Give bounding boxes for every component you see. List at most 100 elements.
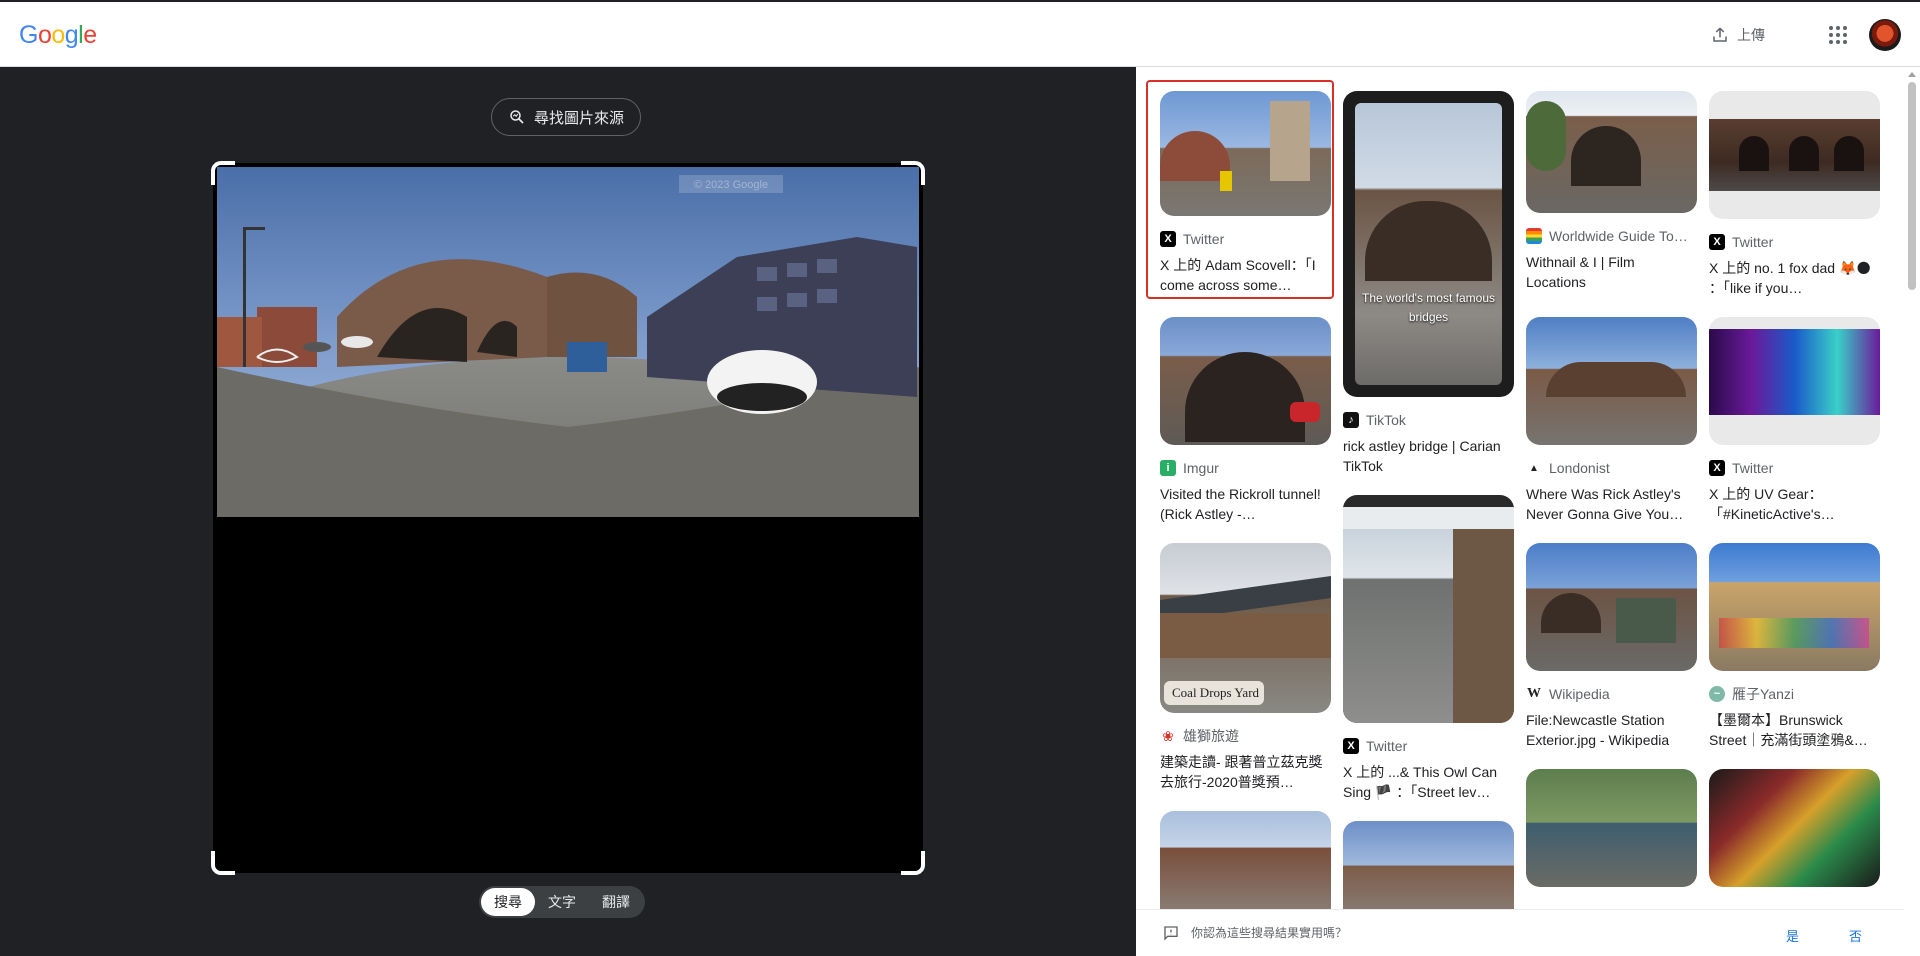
result-thumbnail[interactable] xyxy=(1709,317,1880,445)
result-title[interactable]: File:Newcastle Station Exterior.jpg - Wi… xyxy=(1526,710,1697,750)
results-grid: X Twitter X 上的 Adam Scovell：「I come acros… xyxy=(1136,67,1904,909)
thumbnail-overlay-caption: The world's most famous bridges xyxy=(1361,291,1495,324)
result-card[interactable]: W Wikipedia File:Newcastle Station Exteri… xyxy=(1526,543,1697,750)
result-thumbnail[interactable] xyxy=(1709,769,1880,887)
logo-letter: o xyxy=(37,21,52,49)
lens-mode-switcher: 搜尋 文字 翻譯 xyxy=(479,886,645,918)
feedback-question: 你認為這些搜尋結果實用嗎？ xyxy=(1191,926,1348,940)
result-thumbnail[interactable] xyxy=(1526,317,1697,445)
result-thumbnail[interactable] xyxy=(1526,543,1697,671)
wikipedia-icon: W xyxy=(1526,686,1542,702)
result-title[interactable]: rick astley bridge | Carian TikTok xyxy=(1343,436,1514,476)
google-logo[interactable]: Google xyxy=(19,21,97,50)
panorama-image: © 2023 Google xyxy=(217,167,919,517)
x-icon: X xyxy=(1709,460,1725,476)
lens-image-pane: 尋找圖片來源 © 2023 Google 搜尋 文字 翻譯 xyxy=(0,67,1136,956)
londonist-icon: ▲ xyxy=(1526,460,1542,476)
crop-handle-top-right[interactable] xyxy=(901,161,925,185)
result-card[interactable] xyxy=(1343,821,1514,909)
crop-handle-top-left[interactable] xyxy=(211,161,235,185)
yanzi-icon: ~ xyxy=(1709,686,1725,702)
result-thumbnail[interactable] xyxy=(1709,91,1880,219)
logo-letter: G xyxy=(19,21,38,49)
logo-letter: e xyxy=(83,21,97,49)
imgur-icon: i xyxy=(1160,460,1176,476)
result-title[interactable]: 建築走讀- 跟著普立茲克獎去旅行-2020普獎預… xyxy=(1160,752,1331,792)
result-card[interactable]: X Twitter X 上的 no. 1 fox dad 🦊🌑 ：「like if… xyxy=(1709,91,1880,298)
result-card[interactable] xyxy=(1526,769,1697,887)
result-card[interactable]: Worldwide Guide To… Withnail & I | Film … xyxy=(1526,91,1697,292)
result-title[interactable]: Withnail & I | Film Locations xyxy=(1526,252,1697,292)
top-bar: Google 上傳 xyxy=(0,2,1920,67)
crop-handle-bottom-right[interactable] xyxy=(901,851,925,875)
x-icon: X xyxy=(1160,231,1176,247)
result-card[interactable]: X Twitter X 上的 UV Gear：「#KineticActive's… xyxy=(1709,317,1880,524)
visual-matches-pane: X Twitter X 上的 Adam Scovell：「I come acros… xyxy=(1136,67,1920,956)
result-thumbnail[interactable] xyxy=(1343,495,1514,723)
result-source: ♪ TikTok xyxy=(1343,411,1514,429)
result-card[interactable]: ▲ Londonist Where Was Rick Astley's Never… xyxy=(1526,317,1697,524)
scrollbar-thumb[interactable] xyxy=(1908,82,1916,290)
result-card[interactable]: Coal Drops Yard ❀ 雄獅旅遊 建築走讀- 跟著普立茲克獎去旅行-2… xyxy=(1160,543,1331,792)
logo-letter: o xyxy=(51,21,65,49)
result-source: X Twitter xyxy=(1709,459,1880,477)
upload-button[interactable]: 上傳 xyxy=(1711,20,1765,50)
mode-search-tab[interactable]: 搜尋 xyxy=(481,888,535,916)
rainbow-flag-icon xyxy=(1526,228,1542,244)
result-title[interactable]: X 上的 Adam Scovell：「I come across some… xyxy=(1160,255,1331,295)
result-thumbnail[interactable]: Coal Drops Yard xyxy=(1160,543,1331,713)
result-title[interactable]: X 上的 UV Gear：「#KineticActive's… xyxy=(1709,484,1880,524)
upload-icon xyxy=(1713,27,1727,42)
result-title[interactable]: Visited the Rickroll tunnel! (Rick Astle… xyxy=(1160,484,1331,524)
upload-label: 上傳 xyxy=(1737,27,1765,43)
result-card[interactable]: X Twitter X 上的 ...& This Owl Can Sing 🏴 ：… xyxy=(1343,495,1514,802)
result-card[interactable]: X Twitter X 上的 Adam Scovell：「I come acros… xyxy=(1160,91,1331,295)
result-thumbnail[interactable] xyxy=(1526,769,1697,887)
x-icon: X xyxy=(1343,738,1359,754)
result-title[interactable]: 【墨爾本】Brunswick Street｜充滿街頭塗鴉&… xyxy=(1709,710,1880,750)
result-thumbnail[interactable] xyxy=(1160,317,1331,445)
find-image-source-button[interactable]: 尋找圖片來源 xyxy=(491,98,642,136)
image-search-icon xyxy=(510,110,524,124)
result-card[interactable]: i Imgur Visited the Rickroll tunnel! (Ric… xyxy=(1160,317,1331,524)
result-card[interactable] xyxy=(1160,811,1331,909)
result-source: W Wikipedia xyxy=(1526,686,1610,702)
results-feedback-bar: 你認為這些搜尋結果實用嗎？ 是 否 xyxy=(1136,909,1904,956)
result-thumbnail[interactable] xyxy=(1709,543,1880,671)
feedback-yes-button[interactable]: 是 xyxy=(1786,926,1799,945)
result-thumbnail[interactable]: The world's most famous bridges xyxy=(1343,91,1514,397)
result-source: Worldwide Guide To… xyxy=(1526,227,1697,245)
thumbnail-overlay-label: Coal Drops Yard xyxy=(1164,681,1264,705)
result-title[interactable]: X 上的 ...& This Owl Can Sing 🏴 ：「Street l… xyxy=(1343,762,1514,802)
apps-grid-icon[interactable] xyxy=(1825,22,1851,48)
crop-handle-bottom-left[interactable] xyxy=(211,851,235,875)
tiktok-icon: ♪ xyxy=(1343,412,1359,428)
account-avatar[interactable] xyxy=(1869,19,1901,51)
image-crop-viewer[interactable]: © 2023 Google xyxy=(211,161,925,875)
x-icon: X xyxy=(1709,234,1725,250)
result-thumbnail[interactable] xyxy=(1343,821,1514,909)
find-source-label: 尋找圖片來源 xyxy=(534,109,625,127)
result-title[interactable]: X 上的 no. 1 fox dad 🦊🌑 ：「like if you… xyxy=(1709,258,1880,298)
result-title[interactable]: Where Was Rick Astley's Never Gonna Give… xyxy=(1526,484,1697,524)
result-card[interactable]: The world's most famous bridges ♪ TikTok … xyxy=(1343,91,1514,476)
logo-letter: g xyxy=(64,21,79,49)
result-card[interactable]: ~ 雁子Yanzi 【墨爾本】Brunswick Street｜充滿街頭塗鴉&… xyxy=(1709,543,1880,750)
result-thumbnail[interactable] xyxy=(1160,811,1331,909)
result-thumbnail[interactable] xyxy=(1160,91,1331,216)
result-source: ▲ Londonist xyxy=(1526,459,1697,477)
scroll-up-arrow-icon[interactable] xyxy=(1908,72,1916,77)
result-source: ~ 雁子Yanzi xyxy=(1709,685,1880,703)
result-source: i Imgur xyxy=(1160,459,1331,477)
result-thumbnail[interactable] xyxy=(1526,91,1697,213)
results-scrollbar[interactable] xyxy=(1904,67,1920,956)
result-source: ❀ 雄獅旅遊 xyxy=(1160,727,1331,745)
result-source: X Twitter xyxy=(1343,737,1514,755)
image-watermark: © 2023 Google xyxy=(694,179,768,191)
feedback-icon xyxy=(1164,925,1178,941)
result-source: X Twitter xyxy=(1160,230,1331,248)
mode-translate-tab[interactable]: 翻譯 xyxy=(589,888,643,916)
mode-text-tab[interactable]: 文字 xyxy=(535,888,589,916)
feedback-no-button[interactable]: 否 xyxy=(1849,926,1862,945)
result-card[interactable] xyxy=(1709,769,1880,887)
